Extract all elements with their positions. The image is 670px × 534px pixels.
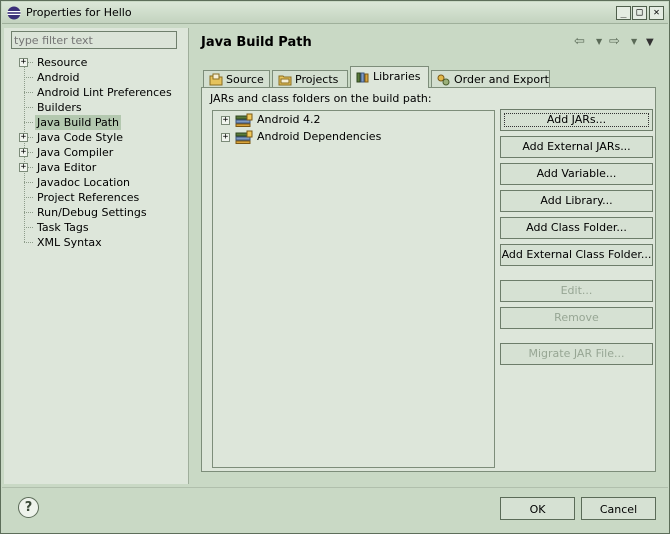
tree-item-label: Java Code Style (37, 131, 124, 144)
view-menu-icon[interactable]: ▼ (646, 37, 654, 48)
tree-item-label: Android Lint Preferences (37, 86, 172, 99)
back-menu-chevron-icon[interactable]: ▼ (596, 37, 602, 46)
window-title: Properties for Hello (26, 6, 132, 19)
migrate-jar-button[interactable]: Migrate JAR File... (500, 343, 653, 365)
tree-item-label: Resource (37, 56, 88, 69)
tree-connector (24, 182, 33, 183)
forward-arrow-icon[interactable]: ⇨ (609, 34, 620, 49)
build-path-label: JARs and class folders on the build path… (210, 92, 432, 105)
minimize-button[interactable]: _ (616, 6, 631, 20)
maximize-button[interactable]: □ (632, 6, 647, 20)
expand-icon[interactable]: + (221, 116, 230, 125)
tree-connector (24, 77, 33, 78)
tree-connector (24, 107, 33, 108)
help-icon[interactable]: ? (18, 497, 39, 518)
tree-connector (24, 92, 33, 93)
tree-item-java-build-path[interactable]: Java Build Path (4, 115, 189, 130)
remove-button[interactable]: Remove (500, 307, 653, 329)
expand-icon[interactable]: + (19, 163, 28, 172)
libraries-icon (356, 72, 369, 83)
tree-item-label: Android (37, 71, 80, 84)
property-page: Java Build Path ⇦ ▼ ⇨ ▼ ▼ Source Project… (191, 28, 668, 484)
tree-item-label: Javadoc Location (37, 176, 131, 189)
tab-projects[interactable]: Projects (272, 70, 348, 88)
cancel-button[interactable]: Cancel (581, 497, 656, 520)
tree-item-label: XML Syntax (37, 236, 102, 249)
edit-button[interactable]: Edit... (500, 280, 653, 302)
tree-item-project-references[interactable]: Project References (4, 190, 189, 205)
library-icon (235, 130, 253, 144)
order-export-icon (437, 74, 450, 86)
tree-item-android[interactable]: Android (4, 70, 189, 85)
close-button[interactable]: ✕ (649, 6, 664, 20)
tree-item-task-tags[interactable]: Task Tags (4, 220, 189, 235)
tree-item-label: Task Tags (37, 221, 89, 234)
add-external-class-folder-button[interactable]: Add External Class Folder... (500, 244, 653, 266)
library-tree[interactable]: + Android 4.2 + Android Dependencies (212, 110, 495, 468)
forward-menu-chevron-icon[interactable]: ▼ (631, 37, 637, 46)
expand-icon[interactable]: + (19, 148, 28, 157)
properties-dialog: Properties for Hello _ □ ✕ + Resource Andr… (0, 0, 670, 534)
footer-separator (2, 487, 668, 488)
tree-item-label: Java Editor (37, 161, 97, 174)
eclipse-icon (7, 6, 21, 20)
add-external-jars-button[interactable]: Add External JARs... (500, 136, 653, 158)
libraries-tab-content: JARs and class folders on the build path… (201, 87, 656, 472)
tree-item-java-code-style[interactable]: + Java Code Style (4, 130, 189, 145)
expand-icon[interactable]: + (19, 58, 28, 67)
back-arrow-icon[interactable]: ⇦ (574, 34, 585, 49)
expand-icon[interactable]: + (221, 133, 230, 142)
tree-item-android-lint-preferences[interactable]: Android Lint Preferences (4, 85, 189, 100)
add-variable-button[interactable]: Add Variable... (500, 163, 653, 185)
tab-order-and-export[interactable]: Order and Export (431, 70, 550, 88)
tree-item-label: Builders (37, 101, 82, 114)
add-jars-button[interactable]: Add JARs... (500, 109, 653, 131)
title-bar[interactable]: Properties for Hello _ □ ✕ (2, 2, 668, 24)
tree-item-label: Java Compiler (37, 146, 114, 159)
tree-item-label: Java Build Path (35, 115, 122, 130)
tree-connector (24, 242, 33, 243)
page-title: Java Build Path (201, 35, 312, 50)
tree-connector (24, 197, 33, 198)
tree-item-xml-syntax[interactable]: XML Syntax (4, 235, 189, 250)
filter-input[interactable] (11, 31, 177, 49)
add-class-folder-button[interactable]: Add Class Folder... (500, 217, 653, 239)
tree-connector (24, 212, 33, 213)
tree-item-resource[interactable]: + Resource (4, 55, 189, 70)
tree-item-label: Project References (37, 191, 140, 204)
library-icon (235, 113, 253, 127)
add-library-button[interactable]: Add Library... (500, 190, 653, 212)
source-folder-icon (209, 73, 223, 86)
tree-connector (24, 227, 33, 228)
ok-button[interactable]: OK (500, 497, 575, 520)
preference-navigation: + Resource Android Android Lint Preferences… (4, 28, 189, 484)
tab-libraries[interactable]: Libraries (350, 66, 429, 88)
tree-connector (24, 122, 33, 123)
project-folder-icon (278, 75, 292, 86)
tree-item-builders[interactable]: Builders (4, 100, 189, 115)
tree-item-java-compiler[interactable]: + Java Compiler (4, 145, 189, 160)
tree-item-javadoc-location[interactable]: Javadoc Location (4, 175, 189, 190)
tree-item-label: Run/Debug Settings (37, 206, 147, 219)
expand-icon[interactable]: + (19, 133, 28, 142)
preference-tree: + Resource Android Android Lint Preferences… (4, 55, 189, 250)
tree-item-run-debug-settings[interactable]: Run/Debug Settings (4, 205, 189, 220)
tab-source[interactable]: Source (203, 70, 270, 88)
tree-item-java-editor[interactable]: + Java Editor (4, 160, 189, 175)
